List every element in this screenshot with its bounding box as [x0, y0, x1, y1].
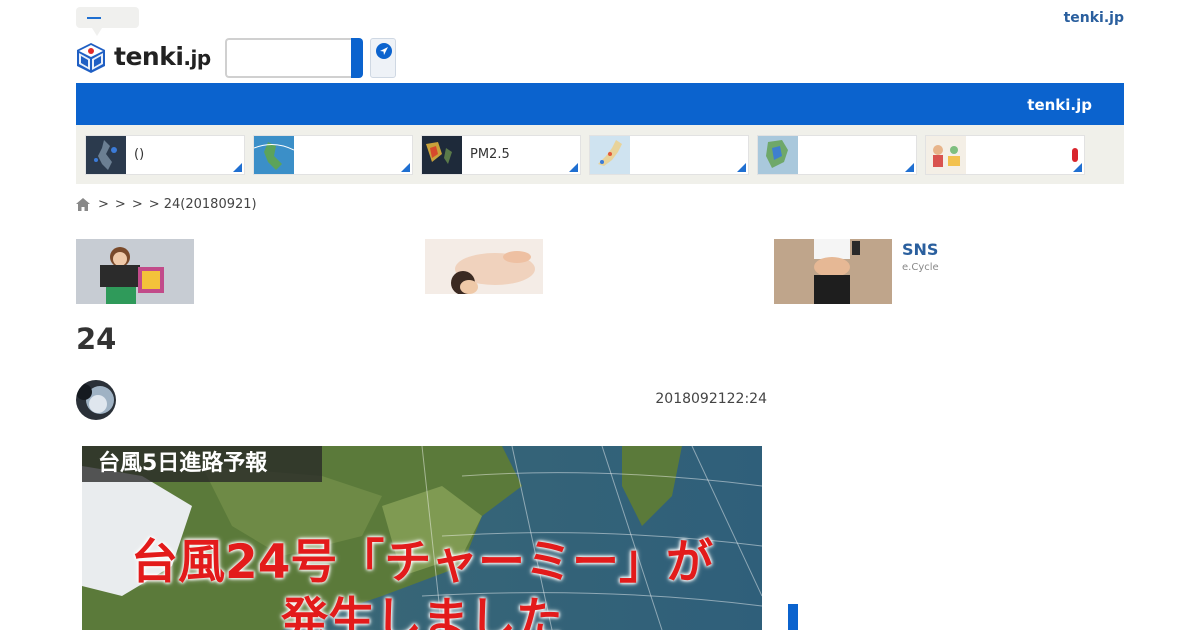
tile-forecast-map[interactable]	[589, 135, 749, 175]
breadcrumb-item[interactable]: >	[115, 197, 126, 212]
promo-sns-title[interactable]: SNS	[902, 240, 938, 259]
hero-headline: 台風24号「チャーミー」が 発生しました	[82, 534, 762, 630]
page-title: 24	[76, 322, 117, 356]
lifestyle-thumb-icon	[926, 136, 966, 174]
alert-indicator-icon	[1072, 148, 1078, 162]
notice-dash-icon	[87, 17, 101, 19]
tile-corner-icon	[905, 163, 914, 172]
japan-map-thumb-icon	[590, 136, 630, 174]
tile-rain-radar[interactable]: ()	[85, 135, 245, 175]
logo-wordmark: tenki.jp	[114, 42, 211, 71]
main-nav-bar: tenki.jp	[76, 83, 1124, 125]
site-logo[interactable]: tenki.jp	[76, 42, 221, 74]
tile-regional-map[interactable]	[757, 135, 917, 175]
tile-corner-icon	[569, 163, 578, 172]
nav-site-label[interactable]: tenki.jp	[1027, 96, 1092, 114]
article-timestamp: 2018092122:24	[655, 391, 767, 407]
tile-corner-icon	[233, 163, 242, 172]
logo-tld: .jp	[183, 46, 211, 70]
breadcrumb-item[interactable]: >	[98, 197, 109, 212]
tile-pm25[interactable]: PM2.5	[421, 135, 581, 175]
promo-image-massage[interactable]	[425, 239, 543, 304]
logo-cube-icon	[77, 43, 105, 73]
promo-source: e.Cycle	[902, 262, 939, 273]
tile-corner-icon	[1073, 163, 1082, 172]
radar-map-thumb-icon	[86, 136, 126, 174]
hero-headline-line: 台風24号「チャーミー」が	[131, 535, 713, 590]
shortcut-tiles: () PM2.5	[76, 125, 1124, 184]
search-bar	[225, 38, 363, 78]
pm25-map-thumb-icon	[422, 136, 462, 174]
breadcrumb: > > > > 24(20180921)	[76, 197, 263, 213]
article-hero-image: 台風5日進路予報 台風24号「チャーミー」が 発生しました	[82, 446, 762, 630]
notice-bubble[interactable]	[76, 7, 139, 36]
tile-label: ()	[134, 147, 145, 162]
tile-label: PM2.5	[470, 147, 510, 162]
author-avatar[interactable]	[76, 380, 116, 420]
tile-lifestyle[interactable]	[925, 135, 1085, 175]
sidebar-accent-bar	[788, 604, 798, 630]
promo-image-fitness[interactable]	[774, 239, 892, 304]
breadcrumb-item[interactable]: >	[132, 197, 143, 212]
home-icon[interactable]	[76, 198, 90, 211]
logo-text: tenki	[114, 42, 184, 71]
weather-map-thumb-icon	[254, 136, 294, 174]
search-button[interactable]	[351, 38, 363, 78]
hero-forecast-label: 台風5日進路予報	[82, 446, 322, 482]
location-arrow-icon	[376, 43, 392, 59]
top-site-link[interactable]: tenki.jp	[1064, 10, 1124, 26]
tile-weather-map[interactable]	[253, 135, 413, 175]
search-input[interactable]	[225, 38, 353, 78]
current-location-button[interactable]	[370, 38, 396, 78]
tile-corner-icon	[401, 163, 410, 172]
promo-image-book[interactable]	[76, 239, 194, 304]
tile-corner-icon	[737, 163, 746, 172]
hero-headline-line: 発生しました	[281, 593, 563, 630]
regional-map-thumb-icon	[758, 136, 798, 174]
breadcrumb-current: > 24(20180921)	[148, 197, 257, 212]
